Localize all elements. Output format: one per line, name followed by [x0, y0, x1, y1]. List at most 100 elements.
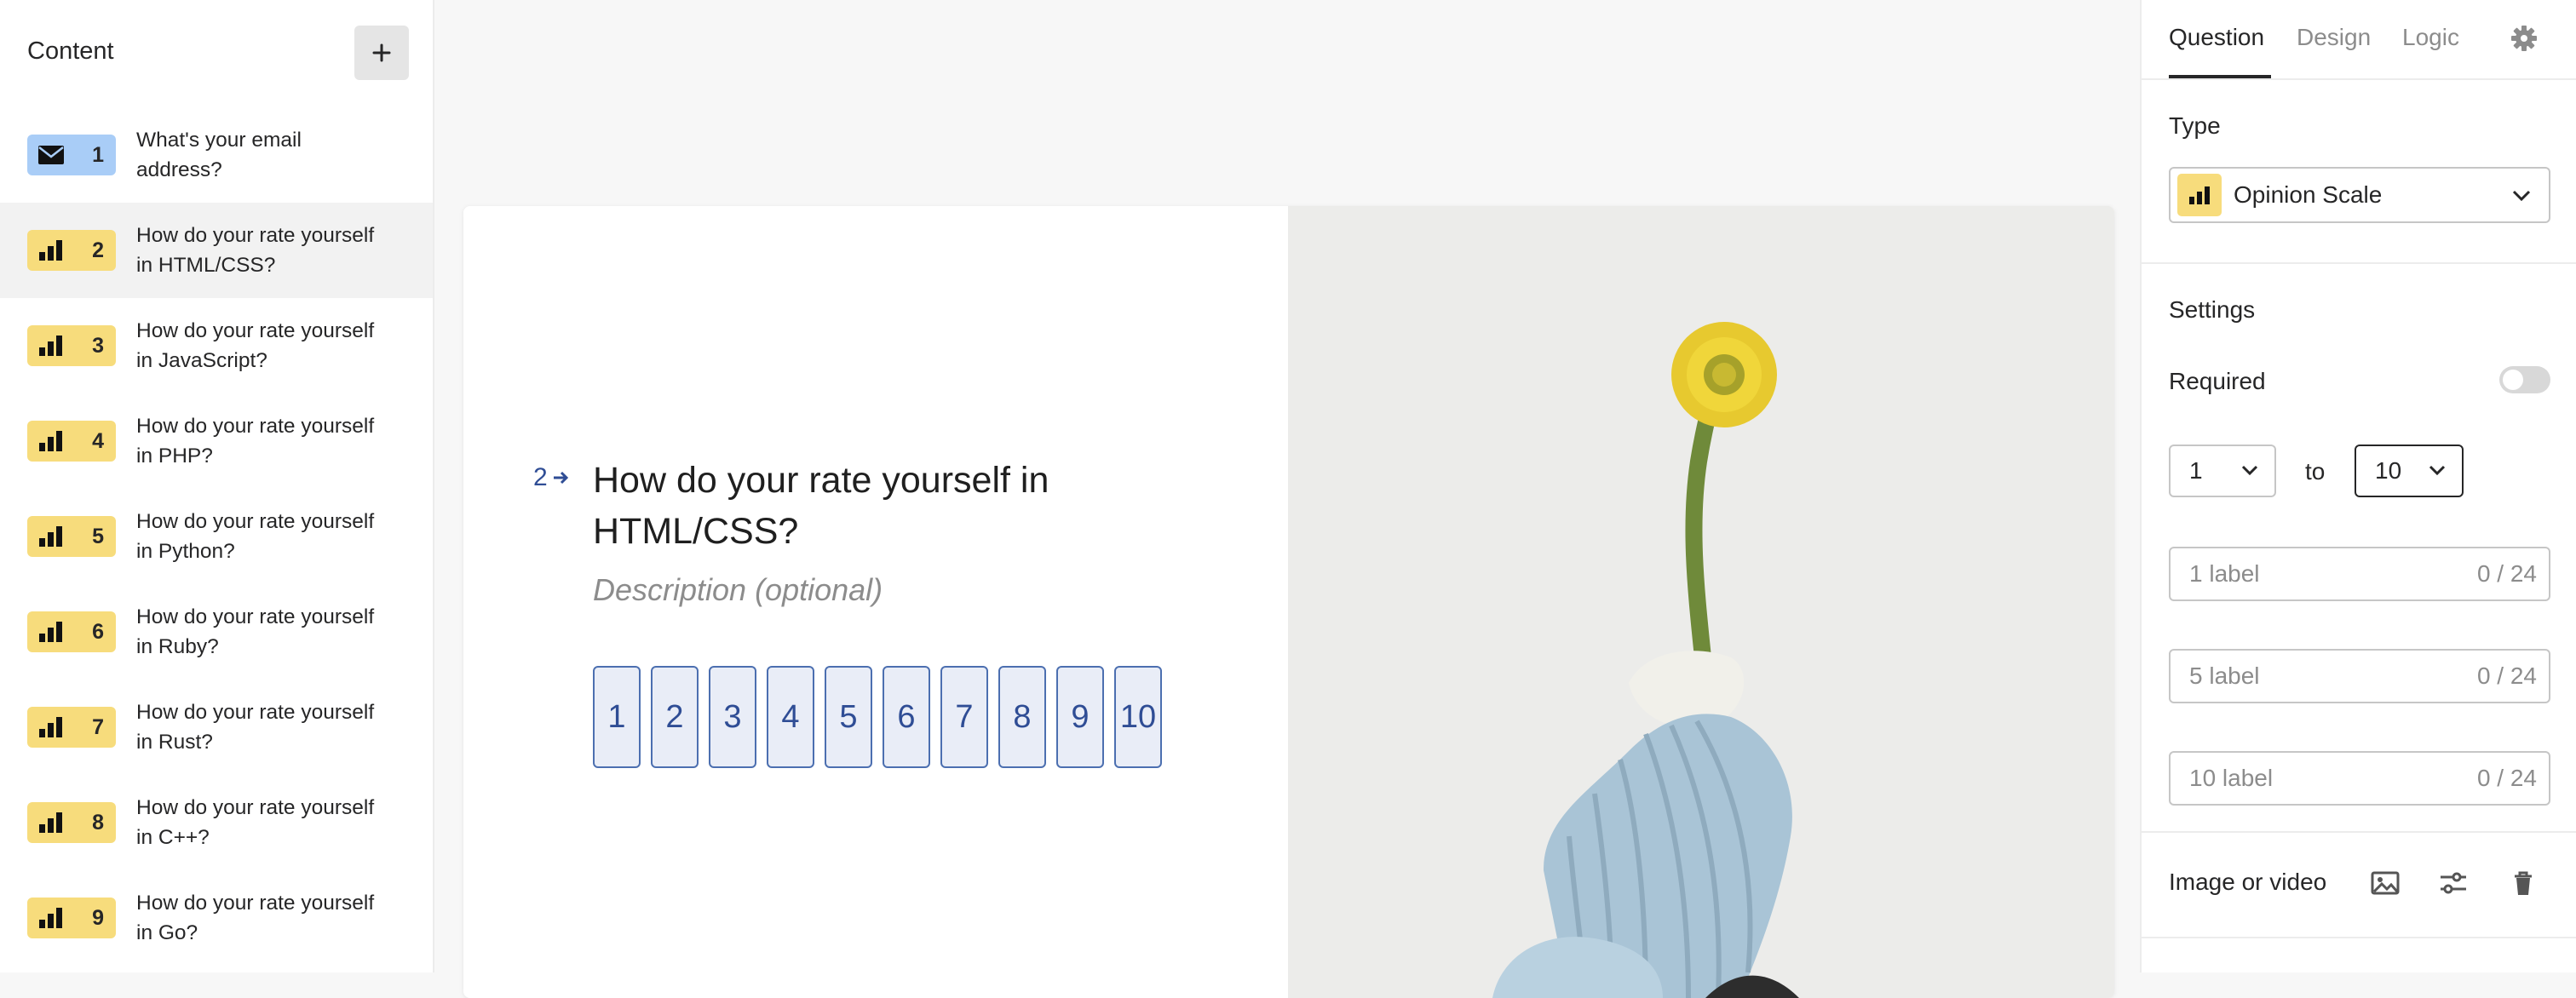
range-to-value: 10 [2375, 457, 2402, 484]
question-number: 1 [92, 142, 104, 167]
trash-icon[interactable] [2508, 869, 2539, 898]
label-input-5[interactable]: 5 label 0 / 24 [2169, 649, 2550, 703]
scale-option[interactable]: 4 [767, 666, 814, 768]
flower-vase-image [1288, 206, 2114, 998]
range-to-text: to [2305, 458, 2326, 485]
question-number: 8 [92, 810, 104, 835]
chevron-down-icon [2429, 465, 2446, 476]
gear-icon[interactable] [2510, 24, 2539, 53]
question-list: 1 What's your email address? 2 How do yo… [0, 107, 433, 966]
bar-chart-icon [39, 812, 62, 833]
question-number: 2 [92, 238, 104, 262]
envelope-icon [38, 146, 64, 164]
scale-option[interactable]: 6 [883, 666, 930, 768]
image-icon[interactable] [2370, 869, 2401, 898]
question-settings-panel: Question Design Logic Type Opinion Scale… [2140, 0, 2576, 972]
scale-option[interactable]: 8 [998, 666, 1046, 768]
sidebar-item-5[interactable]: 5 How do your rate yourself in Python? [0, 489, 433, 584]
char-count: 0 / 24 [2476, 765, 2537, 791]
sidebar-item-7[interactable]: 7 How do your rate yourself in Rust? [0, 680, 433, 775]
label-input-10[interactable]: 10 label 0 / 24 [2169, 751, 2550, 806]
question-type-select[interactable]: Opinion Scale [2169, 167, 2550, 223]
sidebar-item-1[interactable]: 1 What's your email address? [0, 107, 433, 203]
scale-option[interactable]: 9 [1056, 666, 1104, 768]
content-sidebar: Content 1 What's your email address? 2 H… [0, 0, 434, 972]
question-number: 6 [92, 619, 104, 644]
bar-chart-icon [39, 717, 62, 737]
sidebar-item-2[interactable]: 2 How do your rate yourself in HTML/CSS? [0, 203, 433, 298]
sliders-icon[interactable] [2438, 869, 2469, 898]
question-number: 5 [92, 524, 104, 548]
label-placeholder: 10 label [2189, 765, 2274, 791]
add-question-button[interactable] [354, 26, 409, 80]
bar-chart-icon [39, 431, 62, 451]
question-badge: 8 [27, 802, 116, 843]
range-to-select[interactable]: 10 [2355, 445, 2464, 497]
type-label: Type [2169, 112, 2221, 139]
question-badge: 3 [27, 325, 116, 366]
scale-option[interactable]: 3 [709, 666, 756, 768]
sidebar-item-label: How do your rate yourself in Rust? [136, 701, 375, 754]
label-placeholder: 5 label [2189, 662, 2260, 689]
tab-design[interactable]: Design [2297, 24, 2371, 51]
question-badge: 2 [27, 230, 116, 271]
char-count: 0 / 24 [2476, 662, 2537, 689]
label-input-1[interactable]: 1 label 0 / 24 [2169, 547, 2550, 601]
required-toggle[interactable] [2499, 366, 2550, 393]
scale-option[interactable]: 7 [940, 666, 988, 768]
bar-chart-icon [39, 240, 62, 261]
char-count: 0 / 24 [2476, 560, 2537, 587]
sidebar-item-label: How do your rate yourself in Ruby? [136, 605, 375, 658]
question-content: 2 How do your rate yourself in HTML/CSS?… [463, 206, 1288, 998]
question-badge: 9 [27, 898, 116, 938]
type-icon [2177, 174, 2222, 216]
divider [2142, 78, 2576, 80]
sidebar-item-6[interactable]: 6 How do your rate yourself in Ruby? [0, 584, 433, 680]
sidebar-item-label: How do your rate yourself in JavaScript? [136, 319, 375, 372]
question-badge: 5 [27, 516, 116, 557]
arrow-right-icon [553, 471, 568, 485]
scale-option[interactable]: 1 [593, 666, 641, 768]
sidebar-item-label: How do your rate yourself in Go? [136, 892, 375, 944]
question-title[interactable]: How do your rate yourself in HTML/CSS? [593, 455, 1121, 557]
question-number: 2 [533, 463, 548, 491]
range-from-select[interactable]: 1 [2169, 445, 2276, 497]
bar-chart-icon [39, 622, 62, 642]
settings-label: Settings [2169, 296, 2256, 323]
question-number-indicator: 2 [533, 463, 570, 492]
sidebar-item-9[interactable]: 9 How do your rate yourself in Go? [0, 870, 433, 966]
question-badge: 6 [27, 611, 116, 652]
question-badge: 4 [27, 421, 116, 462]
sidebar-item-3[interactable]: 3 How do your rate yourself in JavaScrip… [0, 298, 433, 393]
opinion-scale: 1 2 3 4 5 6 7 8 9 10 [593, 666, 1162, 768]
question-preview-card: 2 How do your rate yourself in HTML/CSS?… [463, 206, 2114, 998]
scale-option[interactable]: 10 [1114, 666, 1162, 768]
tab-question[interactable]: Question [2169, 24, 2264, 51]
scale-option[interactable]: 5 [825, 666, 872, 768]
toggle-knob [2503, 370, 2523, 390]
divider [2142, 262, 2576, 264]
scale-option[interactable]: 2 [651, 666, 699, 768]
sidebar-title: Content [27, 37, 114, 65]
range-from-value: 1 [2189, 457, 2203, 484]
sidebar-header: Content [27, 26, 409, 80]
sidebar-item-8[interactable]: 8 How do your rate yourself in C++? [0, 775, 433, 870]
question-image [1288, 206, 2114, 998]
divider [2142, 937, 2576, 938]
question-number: 4 [92, 428, 104, 453]
sidebar-item-label: How do your rate yourself in Python? [136, 510, 375, 563]
tab-logic[interactable]: Logic [2402, 24, 2459, 51]
bar-chart-icon [39, 526, 62, 547]
editor-canvas: 2 How do your rate yourself in HTML/CSS?… [434, 0, 2140, 998]
required-label: Required [2169, 368, 2266, 394]
sidebar-item-label: How do your rate yourself in C++? [136, 796, 375, 849]
question-description[interactable]: Description (optional) [593, 572, 883, 608]
bar-chart-icon [39, 336, 62, 356]
sidebar-item-4[interactable]: 4 How do your rate yourself in PHP? [0, 393, 433, 489]
bar-chart-icon [39, 908, 62, 928]
question-badge: 7 [27, 707, 116, 748]
sidebar-item-label: What's your email address? [136, 129, 302, 181]
sidebar-item-label: How do your rate yourself in HTML/CSS? [136, 224, 375, 277]
plus-icon [372, 43, 391, 62]
question-number: 7 [92, 714, 104, 739]
